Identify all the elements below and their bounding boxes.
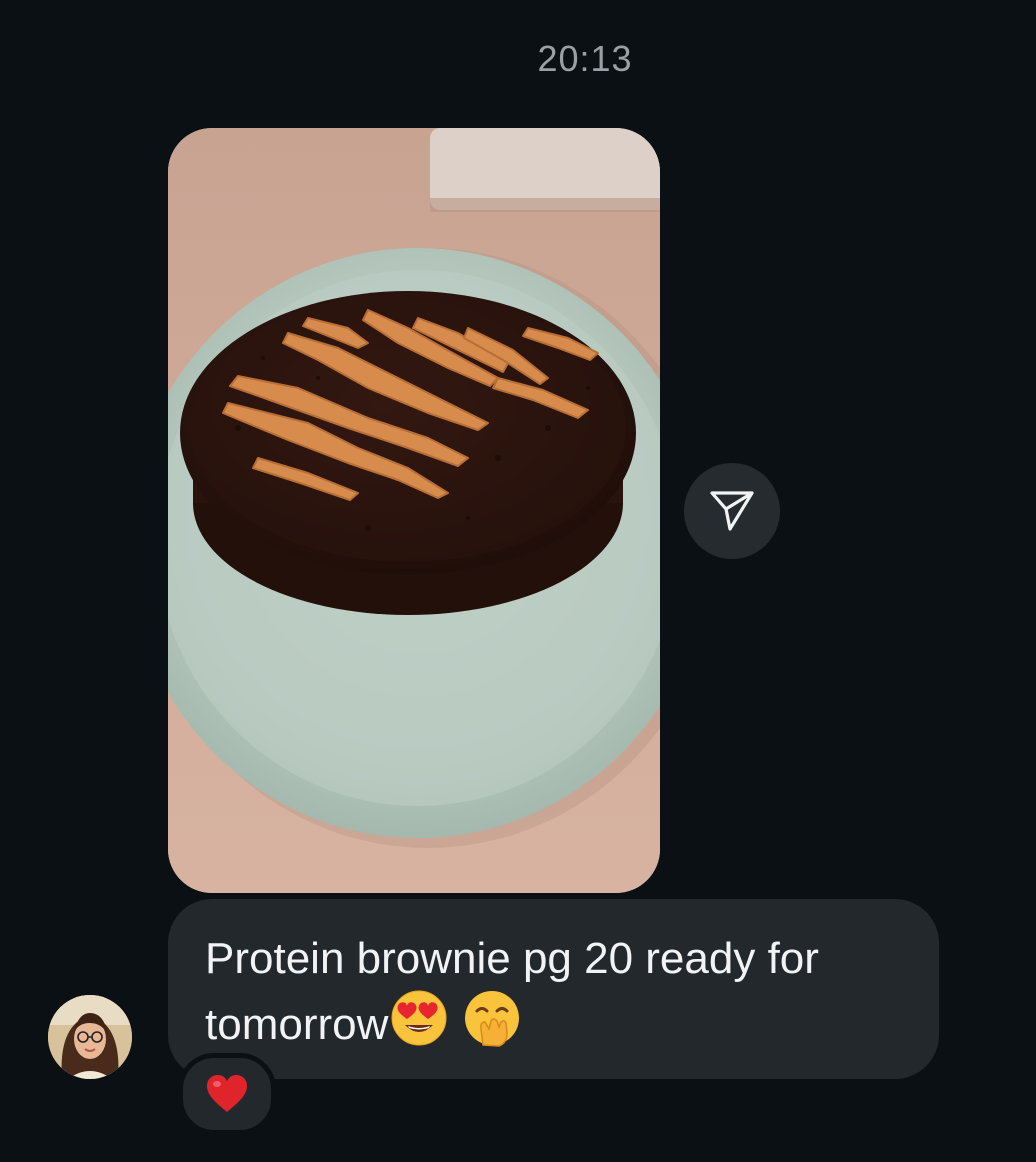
text-message[interactable]: Protein brownie pg 20 ready for tomorrow bbox=[168, 899, 939, 1079]
reaction-badge[interactable] bbox=[178, 1053, 276, 1135]
hand-over-mouth-emoji bbox=[463, 989, 521, 1063]
brownie-photo bbox=[168, 128, 660, 893]
heart-emoji bbox=[207, 1075, 247, 1112]
heart-eyes-emoji bbox=[390, 989, 448, 1063]
message-timestamp: 20:13 bbox=[537, 38, 633, 79]
photo-message[interactable] bbox=[168, 128, 660, 893]
share-button[interactable] bbox=[684, 463, 780, 559]
paper-plane-icon bbox=[710, 491, 754, 531]
chat-screen: 20:13 Protein brownie pg 20 ready for to… bbox=[0, 0, 1036, 1162]
avatar[interactable] bbox=[48, 995, 132, 1079]
